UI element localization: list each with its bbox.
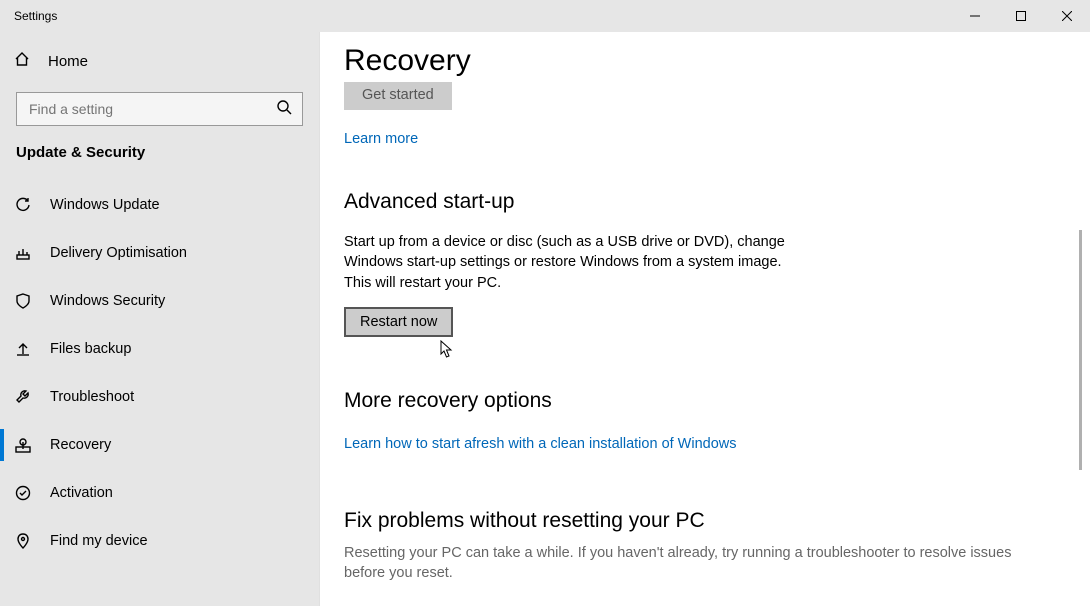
sidebar-item-troubleshoot[interactable]: Troubleshoot bbox=[0, 373, 319, 421]
window-title: Settings bbox=[14, 9, 57, 23]
nav-list: Windows Update Delivery Optimisation Win… bbox=[0, 181, 319, 565]
home-nav[interactable]: Home bbox=[0, 38, 319, 84]
sidebar-item-windows-update[interactable]: Windows Update bbox=[0, 181, 319, 229]
sidebar-item-find-my-device[interactable]: Find my device bbox=[0, 517, 319, 565]
sidebar-item-label: Activation bbox=[50, 485, 113, 501]
minimize-button[interactable] bbox=[952, 0, 998, 32]
sidebar: Home Update & Security Windows Update De… bbox=[0, 0, 320, 606]
sidebar-item-activation[interactable]: Activation bbox=[0, 469, 319, 517]
sidebar-item-files-backup[interactable]: Files backup bbox=[0, 325, 319, 373]
advanced-startup-body: Start up from a device or disc (such as … bbox=[344, 232, 794, 293]
delivery-icon bbox=[14, 245, 32, 261]
search-input[interactable] bbox=[29, 101, 276, 117]
sidebar-item-label: Files backup bbox=[50, 341, 131, 357]
close-button[interactable] bbox=[1044, 0, 1090, 32]
page-title: Recovery bbox=[344, 44, 1036, 78]
advanced-startup-heading: Advanced start-up bbox=[344, 190, 1036, 214]
sidebar-item-label: Windows Security bbox=[50, 293, 165, 309]
sync-icon bbox=[14, 197, 32, 213]
scrollbar[interactable] bbox=[1078, 0, 1082, 606]
sidebar-section-title: Update & Security bbox=[0, 130, 319, 169]
title-bar: Settings bbox=[0, 0, 1090, 32]
more-options-heading: More recovery options bbox=[344, 389, 1036, 413]
search-box[interactable] bbox=[16, 92, 303, 126]
scrollbar-thumb[interactable] bbox=[1079, 230, 1082, 470]
sidebar-item-label: Find my device bbox=[50, 533, 148, 549]
learn-more-link[interactable]: Learn more bbox=[344, 131, 418, 147]
wrench-icon bbox=[14, 389, 32, 405]
window-controls bbox=[952, 0, 1090, 32]
restart-now-button[interactable]: Restart now bbox=[344, 307, 453, 337]
fix-problems-heading: Fix problems without resetting your PC bbox=[344, 509, 1036, 533]
check-circle-icon bbox=[14, 485, 32, 501]
sidebar-item-delivery-optimisation[interactable]: Delivery Optimisation bbox=[0, 229, 319, 277]
shield-icon bbox=[14, 293, 32, 309]
home-icon bbox=[14, 51, 30, 71]
sidebar-item-windows-security[interactable]: Windows Security bbox=[0, 277, 319, 325]
sidebar-item-label: Recovery bbox=[50, 437, 111, 453]
fix-problems-body: Resetting your PC can take a while. If y… bbox=[344, 543, 1024, 584]
main-content: Recovery Get started Learn more Advanced… bbox=[320, 0, 1090, 606]
backup-icon bbox=[14, 341, 32, 357]
location-icon bbox=[14, 533, 32, 549]
sidebar-item-label: Windows Update bbox=[50, 197, 160, 213]
home-label: Home bbox=[48, 53, 88, 70]
search-icon bbox=[276, 99, 292, 120]
maximize-button[interactable] bbox=[998, 0, 1044, 32]
recovery-icon bbox=[14, 437, 32, 453]
get-started-button[interactable]: Get started bbox=[344, 82, 452, 110]
sidebar-item-label: Delivery Optimisation bbox=[50, 245, 187, 261]
sidebar-item-label: Troubleshoot bbox=[50, 389, 134, 405]
fresh-install-link[interactable]: Learn how to start afresh with a clean i… bbox=[344, 436, 737, 452]
sidebar-item-recovery[interactable]: Recovery bbox=[0, 421, 319, 469]
